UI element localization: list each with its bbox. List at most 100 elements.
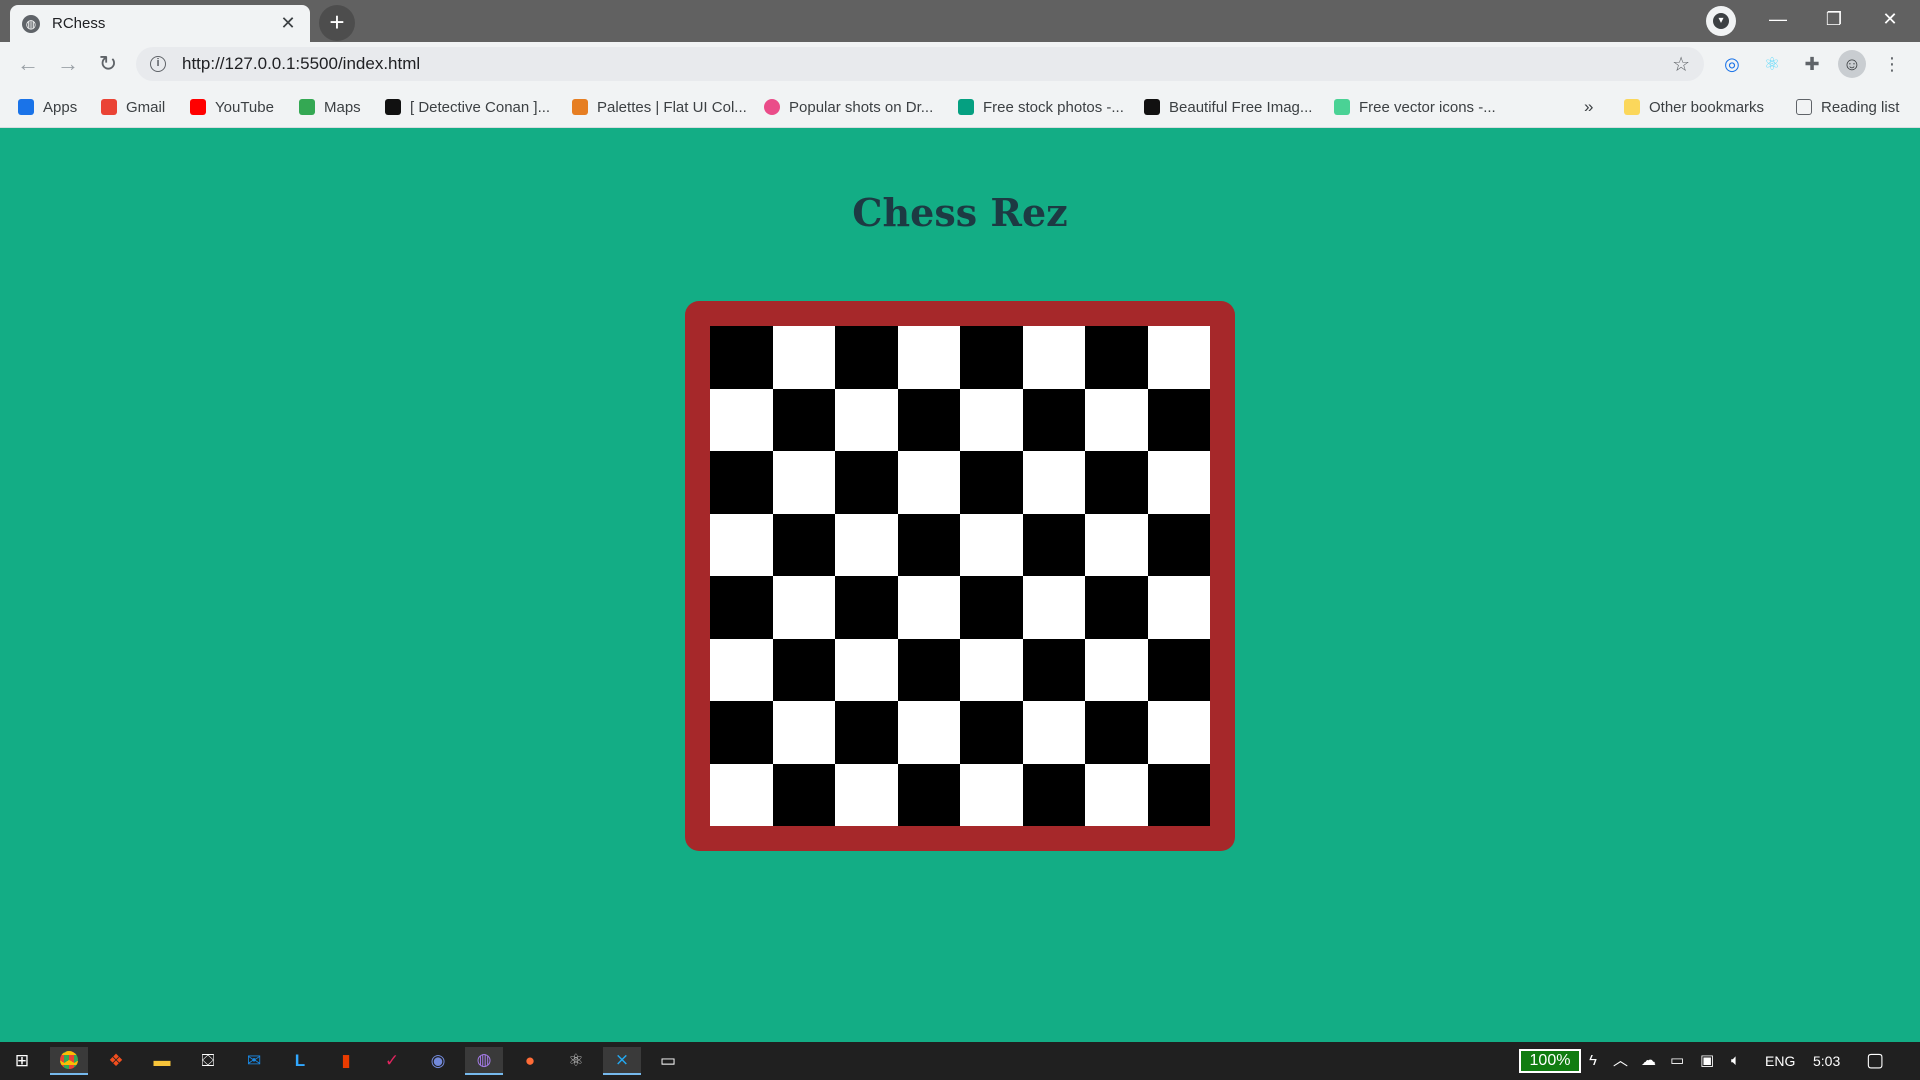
bookmark-pexels[interactable]: Free stock photos -... [958,95,1124,119]
board-square[interactable] [960,701,1023,764]
chessboard[interactable] [710,326,1210,826]
board-square[interactable] [960,638,1023,701]
clock[interactable]: 5:03 [1813,1042,1840,1080]
board-square[interactable] [960,576,1023,639]
reload-icon[interactable]: ↻ [92,48,124,80]
board-square[interactable] [710,763,773,826]
board-square[interactable] [897,763,960,826]
board-square[interactable] [897,576,960,639]
board-square[interactable] [897,388,960,451]
board-square[interactable] [897,701,960,764]
restore-button[interactable]: ❐ [1806,0,1862,40]
board-square[interactable] [897,513,960,576]
board-square[interactable] [710,576,773,639]
board-square[interactable] [1085,326,1148,389]
bookmark-flat-ui[interactable]: Palettes | Flat UI Col... [572,95,747,119]
file-explorer-icon[interactable]: ▬ [143,1047,181,1075]
board-square[interactable] [1022,763,1085,826]
board-square[interactable] [1147,326,1210,389]
board-square[interactable] [897,326,960,389]
board-square[interactable] [960,763,1023,826]
board-square[interactable] [1147,451,1210,514]
notifications-icon[interactable]: ▢ [1866,1042,1884,1080]
board-square[interactable] [835,638,898,701]
board-square[interactable] [835,763,898,826]
network-icon[interactable]: ▣ [1700,1042,1714,1080]
more-menu-icon[interactable]: ⋮ [1878,50,1906,78]
close-window-button[interactable]: ✕ [1862,0,1918,40]
new-tab-button[interactable]: + [319,5,355,41]
tab-search-button[interactable]: ▾ [1706,6,1736,36]
bookmark-star-icon[interactable]: ☆ [1672,52,1690,77]
url-text[interactable]: http://127.0.0.1:5500/index.html [182,54,1672,74]
board-square[interactable] [960,388,1023,451]
board-square[interactable] [710,326,773,389]
board-square[interactable] [960,451,1023,514]
board-square[interactable] [1022,513,1085,576]
bookmark-gmail[interactable]: Gmail [101,95,165,119]
bookmark-detective-conan[interactable]: [ Detective Conan ]... [385,95,550,119]
bookmark-flaticon[interactable]: Free vector icons -... [1334,95,1496,119]
discord-icon[interactable]: ◉ [419,1047,457,1075]
figma-icon[interactable]: ❖ [97,1047,135,1075]
board-square[interactable] [1085,451,1148,514]
board-square[interactable] [960,326,1023,389]
board-square[interactable] [772,451,835,514]
board-square[interactable] [960,513,1023,576]
board-square[interactable] [1147,576,1210,639]
board-square[interactable] [772,326,835,389]
board-square[interactable] [710,451,773,514]
board-square[interactable] [1022,388,1085,451]
board-square[interactable] [835,701,898,764]
board-square[interactable] [835,451,898,514]
windows-start-icon[interactable]: ⊞ [3,1047,41,1075]
board-square[interactable] [1147,701,1210,764]
board-square[interactable] [835,513,898,576]
reading-list-button[interactable]: Reading list [1796,95,1899,119]
bookmarks-overflow-button[interactable]: » [1584,95,1593,119]
board-square[interactable] [710,388,773,451]
vectr-icon[interactable]: ✓ [373,1047,411,1075]
bookmark-unsplash[interactable]: Beautiful Free Imag... [1144,95,1312,119]
profile-avatar[interactable]: ☺ [1838,50,1866,78]
board-square[interactable] [1147,388,1210,451]
board-square[interactable] [835,576,898,639]
board-square[interactable] [1022,701,1085,764]
board-square[interactable] [1022,451,1085,514]
board-square[interactable] [835,326,898,389]
board-square[interactable] [772,513,835,576]
board-square[interactable] [897,451,960,514]
onedrive-cloud-icon[interactable]: ☁ [1641,1042,1656,1080]
bookmark-apps[interactable]: Apps [18,95,77,119]
browser-tab-rchess[interactable]: ◍ RChess ✕ [10,5,310,42]
board-square[interactable] [1147,513,1210,576]
bookmark-youtube[interactable]: YouTube [190,95,274,119]
microsoft-store-icon[interactable]: ⛋ [189,1047,227,1075]
atom-icon[interactable]: ⚛ [557,1047,595,1075]
board-square[interactable] [1085,701,1148,764]
battery-icon[interactable]: ▭ [1670,1042,1684,1080]
chevron-up-icon[interactable]: ︿ [1613,1042,1628,1080]
board-square[interactable] [710,513,773,576]
react-devtools-icon[interactable]: ⚛ [1758,50,1786,78]
bookmark-maps[interactable]: Maps [299,95,361,119]
board-square[interactable] [1022,326,1085,389]
site-info-icon[interactable]: i [150,56,166,72]
board-square[interactable] [1085,576,1148,639]
address-bar[interactable]: i http://127.0.0.1:5500/index.html ☆ [136,47,1704,81]
board-square[interactable] [1085,513,1148,576]
battery-indicator[interactable]: 100% [1519,1049,1581,1073]
bookmark-dribbble[interactable]: Popular shots on Dr... [764,95,933,119]
terminal-icon[interactable]: ▭ [649,1047,687,1075]
language-indicator[interactable]: ENG [1765,1042,1795,1080]
board-square[interactable] [897,638,960,701]
close-tab-icon[interactable]: ✕ [278,13,298,34]
board-square[interactable] [772,701,835,764]
board-square[interactable] [1147,763,1210,826]
board-square[interactable] [772,576,835,639]
board-square[interactable] [710,638,773,701]
lightroom-icon[interactable]: L [281,1047,319,1075]
board-square[interactable] [1022,638,1085,701]
office-icon[interactable]: ▮ [327,1047,365,1075]
board-square[interactable] [1085,638,1148,701]
